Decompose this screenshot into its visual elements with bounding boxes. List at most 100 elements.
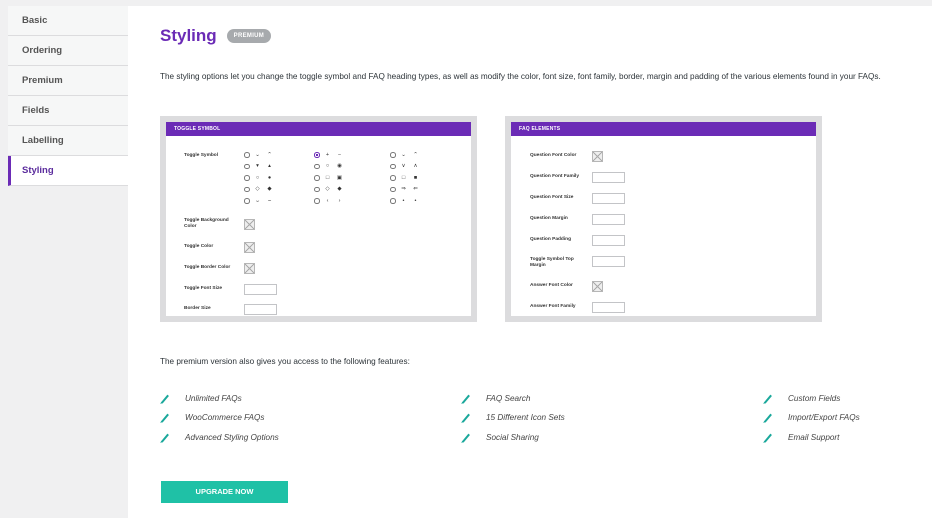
toggle-font-size-label: Toggle Font Size xyxy=(184,286,223,291)
radio-button[interactable] xyxy=(314,186,320,192)
upgrade-now-button[interactable]: UPGRADE NOW xyxy=(161,481,288,503)
title-row: Styling PREMIUM xyxy=(160,26,272,46)
question-padding-input[interactable] xyxy=(592,235,625,246)
toggle-symbol-option[interactable]: ▾ ▴ xyxy=(244,161,274,173)
radio-button[interactable] xyxy=(314,175,320,181)
sidebar-item-premium[interactable]: Premium xyxy=(8,66,128,96)
toggle-symbol-glyph: + xyxy=(325,151,330,158)
toggle-color-swatch[interactable] xyxy=(244,242,255,253)
question-margin-label: Question Margin xyxy=(530,216,568,221)
radio-button[interactable] xyxy=(314,152,320,158)
radio-button[interactable] xyxy=(244,152,250,158)
toggle-bg-color-label: Toggle Background Color xyxy=(184,218,229,229)
feature-item: Email Support xyxy=(763,432,839,442)
toggle-symbol-option[interactable]: ⌣ ⌢ xyxy=(244,195,274,207)
answer-font-family-label: Answer Font Family xyxy=(530,304,576,309)
toggle-symbol-option[interactable]: ⇒ ⇐ xyxy=(390,184,420,196)
settings-sidebar: Basic Ordering Premium Fields Labelling … xyxy=(8,6,128,518)
toggle-symbol-column: ⌄ ⌃ ▾ ▴ ○ ● ◇ ◆ ⌣ ⌢ xyxy=(244,149,274,207)
sidebar-item-styling[interactable]: Styling xyxy=(8,156,128,186)
sidebar-item-fields[interactable]: Fields xyxy=(8,96,128,126)
page-title: Styling xyxy=(160,26,217,45)
toggle-symbol-heading: TOGGLE SYMBOL xyxy=(166,122,471,136)
toggle-symbol-glyph: □ xyxy=(325,174,330,181)
radio-button[interactable] xyxy=(314,198,320,204)
toggle-symbol-glyph: • xyxy=(402,197,405,204)
toggle-symbol-option[interactable]: • • xyxy=(390,195,420,207)
check-icon xyxy=(160,393,173,403)
radio-button[interactable] xyxy=(390,163,396,169)
question-font-color-label: Question Font Color xyxy=(530,153,577,158)
feature-item: Import/Export FAQs xyxy=(763,412,860,422)
toggle-symbol-option[interactable]: ◇ ◆ xyxy=(314,184,344,196)
answer-font-color-label: Answer Font Color xyxy=(530,283,573,288)
toggle-symbol-glyph: ■ xyxy=(413,174,418,181)
toggle-symbol-glyph: ∧ xyxy=(413,163,418,170)
toggle-symbol-top-margin-input[interactable] xyxy=(592,256,625,267)
sidebar-item-labelling[interactable]: Labelling xyxy=(8,126,128,156)
toggle-symbol-glyph: ◆ xyxy=(267,186,272,193)
toggle-symbol-glyph: ◆ xyxy=(337,186,342,193)
feature-item: FAQ Search xyxy=(461,393,530,403)
radio-button[interactable] xyxy=(244,163,250,169)
toggle-symbol-glyph: ⌄ xyxy=(401,151,406,158)
toggle-symbol-glyph: ○ xyxy=(325,163,330,170)
toggle-symbol-option[interactable]: ⌄ ⌃ xyxy=(244,149,274,161)
radio-button[interactable] xyxy=(244,186,250,192)
question-font-size-input[interactable] xyxy=(592,193,625,204)
toggle-symbol-glyph: › xyxy=(338,197,341,204)
sidebar-item-basic[interactable]: Basic xyxy=(8,6,128,36)
feature-item: Unlimited FAQs xyxy=(160,393,242,403)
toggle-symbol-option[interactable]: ∨ ∧ xyxy=(390,161,420,173)
radio-button[interactable] xyxy=(390,152,396,158)
toggle-symbol-option[interactable]: + − xyxy=(314,149,344,161)
feature-item: Advanced Styling Options xyxy=(160,432,279,442)
radio-button[interactable] xyxy=(244,198,250,204)
sidebar-item-ordering[interactable]: Ordering xyxy=(8,36,128,66)
features-intro: The premium version also gives you acces… xyxy=(160,357,410,366)
toggle-symbol-option[interactable]: □ ▣ xyxy=(314,172,344,184)
radio-button[interactable] xyxy=(390,186,396,192)
toggle-symbol-column: ⌄ ⌃ ∨ ∧ □ ■ ⇒ ⇐ • • xyxy=(390,149,420,207)
question-padding-label: Question Padding xyxy=(530,237,572,242)
toggle-symbol-top-margin-label: Toggle Symbol Top Margin xyxy=(530,257,574,268)
toggle-border-color-label: Toggle Border Color xyxy=(184,265,231,270)
toggle-symbol-glyph: − xyxy=(337,151,342,158)
toggle-symbol-glyph: ◇ xyxy=(325,186,330,193)
toggle-symbol-glyph: ⇒ xyxy=(401,186,406,193)
toggle-symbol-option[interactable]: ‹ › xyxy=(314,195,344,207)
check-icon xyxy=(763,393,776,403)
toggle-symbol-glyph: ● xyxy=(267,174,272,181)
toggle-symbol-label: Toggle Symbol xyxy=(184,153,219,158)
check-icon xyxy=(160,432,173,442)
check-icon xyxy=(763,432,776,442)
radio-button[interactable] xyxy=(314,163,320,169)
check-icon xyxy=(763,412,776,422)
faq-elements-heading: FAQ ELEMENTS xyxy=(511,122,816,136)
toggle-symbol-option[interactable]: ○ ● xyxy=(244,172,274,184)
toggle-bg-color-swatch[interactable] xyxy=(244,219,255,230)
toggle-symbol-glyph: ⌃ xyxy=(413,151,418,158)
radio-button[interactable] xyxy=(390,175,396,181)
feature-item: WooCommerce FAQs xyxy=(160,412,264,422)
question-font-color-swatch[interactable] xyxy=(592,151,603,162)
border-size-input[interactable] xyxy=(244,304,277,315)
toggle-color-label: Toggle Color xyxy=(184,244,214,249)
toggle-symbol-option[interactable]: ◇ ◆ xyxy=(244,184,274,196)
feature-item: Social Sharing xyxy=(461,432,539,442)
answer-font-family-input[interactable] xyxy=(592,302,625,313)
toggle-symbol-glyph: ⌄ xyxy=(255,151,260,158)
toggle-symbol-option[interactable]: □ ■ xyxy=(390,172,420,184)
radio-button[interactable] xyxy=(390,198,396,204)
question-font-family-input[interactable] xyxy=(592,172,625,183)
toggle-border-color-swatch[interactable] xyxy=(244,263,255,274)
feature-item: Custom Fields xyxy=(763,393,840,403)
toggle-symbol-glyph: ○ xyxy=(255,174,260,181)
toggle-symbol-option[interactable]: ⌄ ⌃ xyxy=(390,149,420,161)
answer-font-color-swatch[interactable] xyxy=(592,281,603,292)
radio-button[interactable] xyxy=(244,175,250,181)
toggle-font-size-input[interactable] xyxy=(244,284,277,295)
toggle-symbol-option[interactable]: ○ ◉ xyxy=(314,161,344,173)
toggle-symbol-glyph: ▣ xyxy=(336,174,343,181)
question-margin-input[interactable] xyxy=(592,214,625,225)
